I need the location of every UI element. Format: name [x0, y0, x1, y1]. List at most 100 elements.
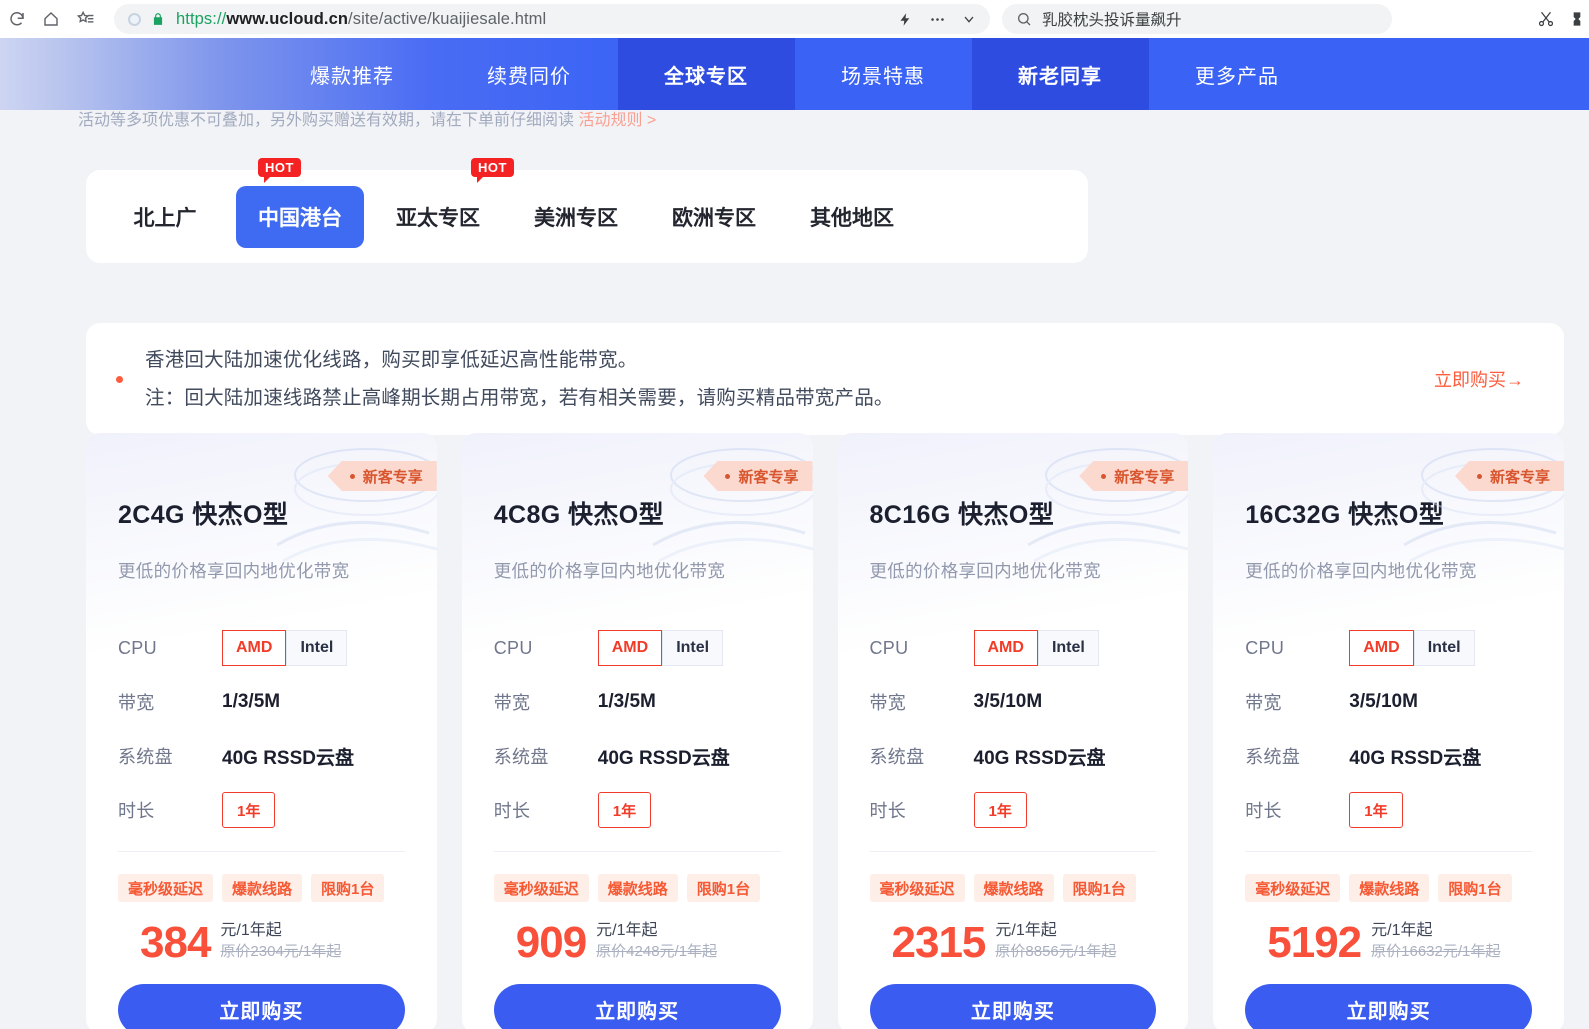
spec-list: CPU AMD Intel 带宽 1/3/5M 系统盘 40G RSSD云盘 时…: [118, 583, 405, 837]
feature-tag: 限购1台: [687, 874, 760, 902]
feature-tag: 爆款线路: [222, 874, 302, 902]
cpu-label: CPU: [870, 638, 974, 659]
cpu-selector[interactable]: AMD Intel: [598, 630, 723, 666]
region-tab-3[interactable]: HOT亚太专区: [374, 186, 502, 248]
price-original: 原价8856元/1年起: [995, 942, 1116, 962]
new-customer-ribbon: 新客专享: [1455, 461, 1564, 491]
cpu-selector[interactable]: AMD Intel: [974, 630, 1099, 666]
ribbon-dot-icon: [1101, 474, 1106, 479]
price-block: 384 元/1年起 原价2304元/1年起: [118, 902, 405, 964]
cpu-option-amd[interactable]: AMD: [1349, 630, 1413, 666]
spec-row-duration: 时长 1年: [118, 783, 405, 837]
hot-badge: HOT: [471, 158, 514, 177]
cpu-selector[interactable]: AMD Intel: [222, 630, 347, 666]
feature-tag-list: 毫秒级延迟 爆款线路 限购1台: [1245, 852, 1532, 902]
nav-item-5[interactable]: 新老同享: [972, 38, 1149, 110]
cpu-option-amd[interactable]: AMD: [598, 630, 662, 666]
spec-row-disk: 系统盘 40G RSSD云盘: [1245, 729, 1532, 783]
more-icon[interactable]: [922, 5, 952, 33]
rules-link[interactable]: 活动规则 >: [578, 112, 656, 129]
duration-option-1year[interactable]: 1年: [222, 792, 275, 828]
cpu-label: CPU: [118, 638, 222, 659]
cpu-option-intel[interactable]: Intel: [662, 630, 723, 666]
ribbon-label: 新客专享: [1490, 466, 1550, 487]
cpu-option-amd[interactable]: AMD: [222, 630, 286, 666]
url-domain: www.ucloud.cn: [226, 10, 348, 28]
price-block: 2315 元/1年起 原价8856元/1年起: [870, 902, 1157, 964]
duration-option-1year[interactable]: 1年: [974, 792, 1027, 828]
nav-item-6[interactable]: 更多产品: [1149, 38, 1326, 110]
region-tab-6[interactable]: 其他地区: [788, 186, 916, 248]
cpu-option-intel[interactable]: Intel: [1038, 630, 1099, 666]
search-bar[interactable]: 乳胶枕头投诉量飙升: [1002, 4, 1392, 34]
duration-option-1year[interactable]: 1年: [598, 792, 651, 828]
region-tab-label: 其他地区: [810, 202, 894, 232]
duration-option-1year[interactable]: 1年: [1349, 792, 1402, 828]
new-customer-ribbon: 新客专享: [703, 461, 812, 491]
ribbon-dot-icon: [725, 474, 730, 479]
nav-item-4[interactable]: 场景特惠: [795, 38, 972, 110]
buy-now-button[interactable]: 立即购买: [118, 984, 405, 1029]
search-input-value[interactable]: 乳胶枕头投诉量飙升: [1042, 8, 1182, 30]
region-tab-4[interactable]: 美洲专区: [512, 186, 640, 248]
duration-label: 时长: [870, 797, 974, 823]
cpu-option-intel[interactable]: Intel: [1414, 630, 1475, 666]
spec-row-cpu: CPU AMD Intel: [118, 621, 405, 675]
address-bar[interactable]: https://www.ucloud.cn/site/active/kuaiji…: [114, 4, 990, 34]
region-tab-2[interactable]: HOT中国港台: [236, 186, 364, 248]
feature-tag: 爆款线路: [974, 874, 1054, 902]
region-tab-label: 欧洲专区: [672, 202, 756, 232]
feature-tag: 毫秒级延迟: [494, 874, 589, 902]
buy-now-button[interactable]: 立即购买: [1245, 984, 1532, 1029]
url-path: /site/active/kuaijiesale.html: [348, 10, 546, 28]
site-nav: 爆款推荐续费同价全球专区场景特惠 新老同享 更多产品: [0, 38, 1589, 110]
disk-value: 40G RSSD云盘: [974, 743, 1106, 770]
omnibox-actions: [890, 5, 984, 33]
disk-label: 系统盘: [1245, 743, 1349, 769]
bandwidth-label: 带宽: [118, 689, 222, 715]
price-original: 原价4248元/1年起: [596, 942, 717, 962]
notice-text: 香港回大陆加速优化线路，购买即享低延迟高性能带宽。 注：回大陆加速线路禁止高峰期…: [145, 341, 894, 417]
feature-tag-list: 毫秒级延迟 爆款线路 限购1台: [118, 852, 405, 902]
bandwidth-value: 3/5/10M: [1349, 691, 1418, 713]
bookmarks-icon[interactable]: [70, 4, 100, 34]
chevron-down-icon[interactable]: [954, 5, 984, 33]
card-subtitle: 更低的价格享回内地优化带宽: [494, 531, 781, 583]
price-meta: 元/1年起 原价8856元/1年起: [985, 920, 1116, 964]
price-amount: 2315: [892, 922, 986, 964]
ribbon-label: 新客专享: [738, 466, 798, 487]
spec-row-bandwidth: 带宽 1/3/5M: [494, 675, 781, 729]
region-tab-5[interactable]: 欧洲专区: [650, 186, 778, 248]
spec-row-duration: 时长 1年: [1245, 783, 1532, 837]
scissors-icon[interactable]: [1537, 10, 1555, 28]
notice-buy-link[interactable]: 立即购买→: [1434, 366, 1524, 392]
price-meta: 元/1年起 原价16632元/1年起: [1361, 920, 1500, 964]
url-text: https://www.ucloud.cn/site/active/kuaiji…: [176, 10, 546, 29]
price-original: 原价16632元/1年起: [1371, 942, 1500, 962]
nav-item-1[interactable]: 爆款推荐: [264, 38, 441, 110]
nav-item-3[interactable]: 全球专区: [618, 38, 795, 110]
region-tab-label: 中国港台: [258, 202, 342, 232]
home-icon[interactable]: [36, 4, 66, 34]
buy-now-button[interactable]: 立即购买: [870, 984, 1157, 1029]
ribbon-dot-icon: [1477, 474, 1482, 479]
cpu-option-amd[interactable]: AMD: [974, 630, 1038, 666]
lightning-icon[interactable]: [890, 5, 920, 33]
buy-now-button[interactable]: 立即购买: [494, 984, 781, 1029]
spec-row-bandwidth: 带宽 1/3/5M: [118, 675, 405, 729]
nav-item-label: 新老同享: [1018, 60, 1102, 89]
disk-value: 40G RSSD云盘: [1349, 743, 1481, 770]
duration-label: 时长: [494, 797, 598, 823]
region-tab-1[interactable]: 北上广: [104, 186, 226, 248]
reload-icon[interactable]: [2, 4, 32, 34]
extension-icon[interactable]: [1569, 10, 1585, 28]
nav-item-2[interactable]: 续费同价: [441, 38, 618, 110]
region-tab-label: 美洲专区: [534, 202, 618, 232]
cpu-option-intel[interactable]: Intel: [286, 630, 347, 666]
page-info-icon[interactable]: [128, 13, 141, 26]
region-tab-bar: 北上广HOT中国港台HOT亚太专区 美洲专区 欧洲专区 其他地区: [86, 170, 1088, 263]
browser-right-tools: [1537, 10, 1589, 28]
cpu-selector[interactable]: AMD Intel: [1349, 630, 1474, 666]
spec-list: CPU AMD Intel 带宽 3/5/10M 系统盘 40G RSSD云盘 …: [1245, 583, 1532, 837]
spec-row-duration: 时长 1年: [870, 783, 1157, 837]
